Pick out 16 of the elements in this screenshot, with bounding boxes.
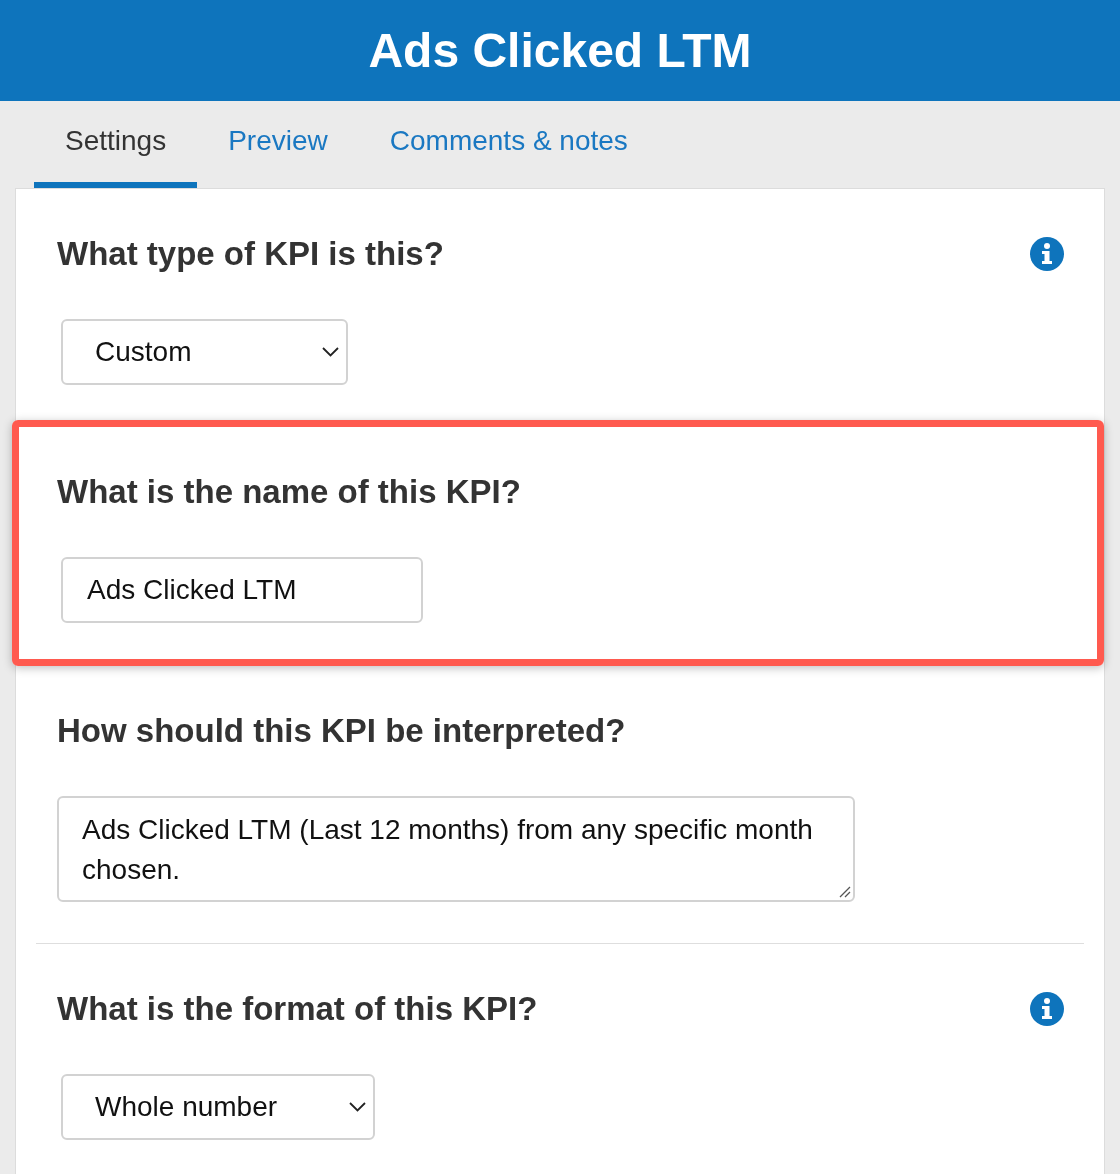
question-heading: How should this KPI be interpreted? [57,713,626,749]
question-heading: What type of KPI is this? [57,236,444,272]
select-dropdown[interactable]: Custom [61,319,348,385]
select-dropdown[interactable]: Whole number [61,1074,376,1140]
resize-handle-icon[interactable] [839,886,851,898]
text-input[interactable]: Ads Clicked LTM [61,557,423,623]
tab[interactable]: Comments & notes [358,104,659,188]
tab[interactable]: Preview [197,104,359,188]
question-heading: What is the format of this KPI? [57,991,538,1027]
question-heading: What is the name of this KPI? [57,474,521,510]
info-icon[interactable] [1030,237,1064,271]
chevron-down-icon [349,1102,367,1112]
text-area[interactable]: Ads Clicked LTM (Last 12 months) from any specific month chosen. [57,796,855,902]
chevron-down-icon [322,347,339,357]
page-title: Ads Clicked LTM [368,23,752,78]
info-icon[interactable] [1030,992,1064,1026]
